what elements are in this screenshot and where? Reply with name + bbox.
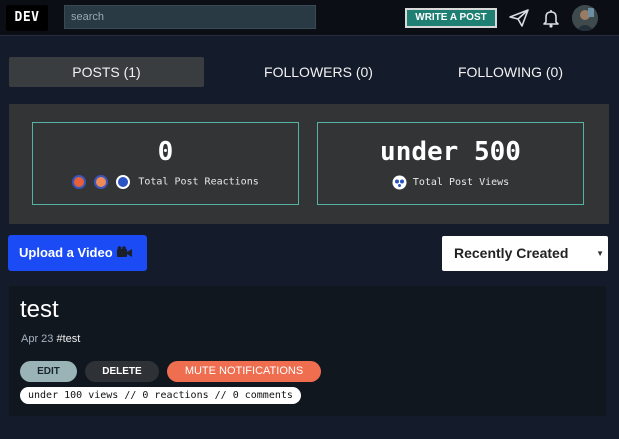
stats-panel: 0 Total Post Reactions under 500 Total P… [9, 104, 609, 224]
dev-logo[interactable]: DEV [6, 5, 48, 31]
post-title[interactable]: test [20, 296, 59, 324]
post-stats-badge: under 100 views // 0 reactions // 0 comm… [20, 387, 301, 404]
bookmark-reaction-icon [116, 175, 131, 189]
sort-selected-value: Recently Created [454, 245, 569, 261]
post-tag[interactable]: #test [56, 333, 80, 345]
search-input[interactable] [64, 5, 316, 29]
reactions-count: 0 [157, 137, 174, 167]
views-stat-card: under 500 Total Post Views [317, 122, 584, 205]
heart-reaction-icon [72, 175, 87, 189]
unicorn-reaction-icon [94, 175, 109, 189]
bell-icon[interactable] [540, 8, 562, 28]
reactions-label: Total Post Reactions [138, 176, 259, 188]
video-camera-icon [116, 245, 133, 260]
top-navigation-bar: DEV WRITE A POST [0, 0, 619, 36]
edit-button[interactable]: EDIT [20, 361, 77, 382]
post-meta: Apr 23 #test [21, 333, 80, 345]
chevron-down-icon: ▼ [596, 249, 604, 258]
avatar[interactable] [572, 5, 598, 31]
sort-dropdown[interactable]: Recently Created ▼ [442, 236, 608, 271]
views-label-row: Total Post Views [318, 175, 583, 190]
views-count: under 500 [380, 137, 521, 167]
upload-video-button[interactable]: Upload a Video [8, 235, 147, 271]
delete-button[interactable]: DELETE [85, 361, 159, 382]
tab-following[interactable]: FOLLOWING (0) [413, 57, 608, 87]
reactions-stat-card: 0 Total Post Reactions [32, 122, 299, 205]
eyes-icon [392, 175, 413, 190]
mute-notifications-button[interactable]: MUTE NOTIFICATIONS [167, 361, 321, 382]
write-post-button[interactable]: WRITE A POST [405, 8, 497, 28]
upload-video-label: Upload a Video [19, 245, 113, 260]
post-date: Apr 23 [21, 333, 54, 345]
post-card: test Apr 23 #test EDIT DELETE MUTE NOTIF… [9, 286, 606, 416]
reactions-label-row: Total Post Reactions [33, 175, 298, 189]
send-icon[interactable] [508, 8, 530, 28]
tab-posts[interactable]: POSTS (1) [9, 57, 204, 87]
profile-tabs: POSTS (1) FOLLOWERS (0) FOLLOWING (0) [9, 57, 609, 87]
views-label: Total Post Views [412, 177, 510, 188]
tab-followers[interactable]: FOLLOWERS (0) [221, 57, 416, 87]
